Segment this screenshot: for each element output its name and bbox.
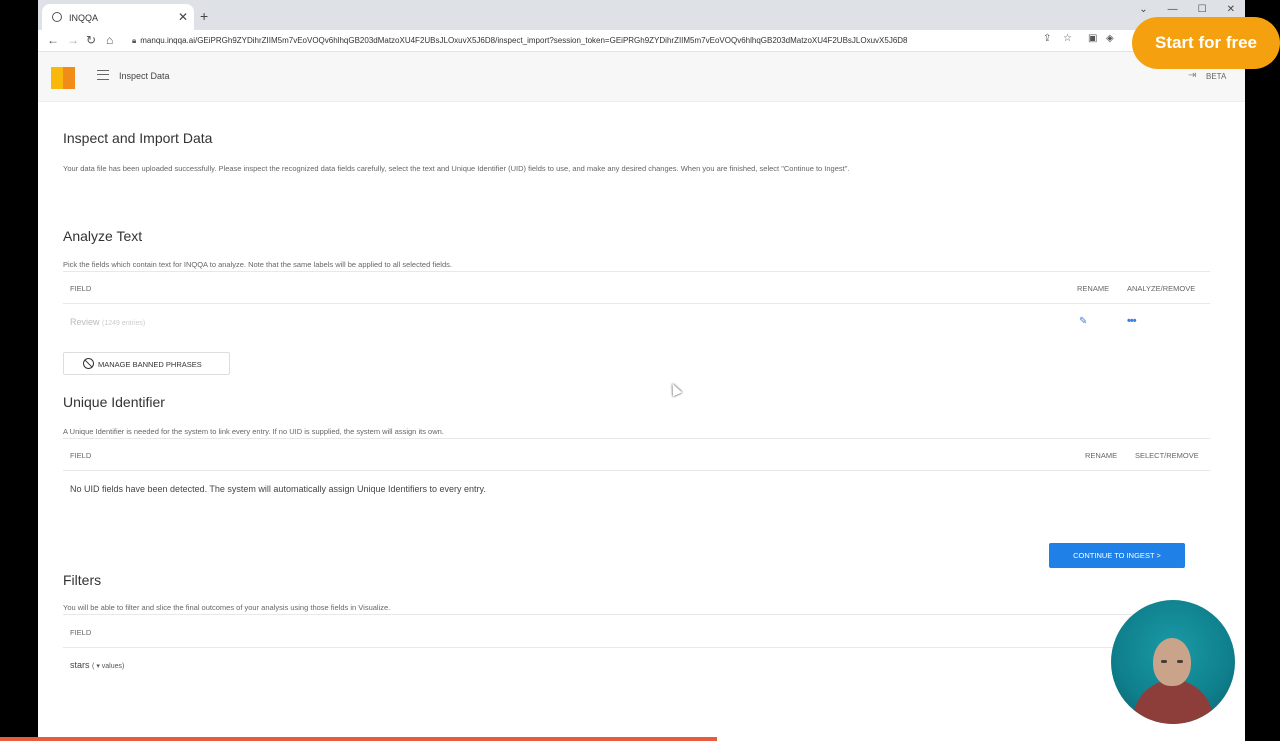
- manage-banned-phrases-button[interactable]: MANAGE BANNED PHRASES: [63, 352, 230, 375]
- divider: [63, 303, 1210, 304]
- page-title: Inspect and Import Data: [63, 130, 213, 146]
- menu-icon[interactable]: [97, 70, 109, 80]
- picture-in-picture-icon[interactable]: ▣: [1088, 33, 1097, 44]
- browser-toolbar: ← → ↻ ⌂ 🔒︎ manqu.inqqa.ai/GEiPRGh9ZYDihrZ…: [38, 30, 1245, 52]
- new-tab-button[interactable]: +: [200, 8, 208, 24]
- rename-column-header: RENAME: [1077, 284, 1110, 293]
- inqqa-logo[interactable]: [51, 67, 75, 89]
- field-column-header: FIELD: [70, 628, 92, 637]
- text-field-row: Review (1249 entries): [70, 317, 145, 327]
- window-controls: ⌄ — ☐ ✕: [1139, 4, 1235, 15]
- uid-description: A Unique Identifier is needed for the sy…: [63, 427, 444, 436]
- filters-heading: Filters: [63, 572, 102, 588]
- close-window-icon[interactable]: ✕: [1227, 4, 1235, 15]
- app-header: Inspect Data ⇥ BETA: [38, 52, 1245, 102]
- rename-column-header: RENAME: [1085, 451, 1118, 460]
- maximize-icon[interactable]: ☐: [1198, 4, 1207, 15]
- field-column-header: FIELD: [70, 284, 92, 293]
- browser-window: INQQA ✕ + ⌄ — ☐ ✕ ← → ↻ ⌂ 🔒︎ manqu.inqqa.…: [38, 0, 1245, 741]
- share-icon[interactable]: ⇪: [1043, 33, 1051, 44]
- video-progress-bar[interactable]: [0, 737, 717, 741]
- entry-count: (1249 entries): [102, 320, 146, 327]
- field-column-header: FIELD: [70, 451, 92, 460]
- lock-icon: 🔒︎: [132, 36, 137, 45]
- minimize-icon[interactable]: —: [1168, 4, 1178, 15]
- back-icon[interactable]: ←: [47, 33, 59, 47]
- logout-icon[interactable]: ⇥: [1188, 70, 1196, 81]
- browser-tab[interactable]: INQQA ✕: [42, 4, 194, 30]
- divider: [63, 647, 1210, 648]
- beta-badge: BETA: [1206, 72, 1227, 81]
- url-text: manqu.inqqa.ai/GEiPRGh9ZYDihrZIIM5m7vEoV…: [140, 36, 908, 45]
- divider: [63, 438, 1210, 439]
- continue-to-ingest-button[interactable]: CONTINUE TO INGEST >: [1049, 543, 1185, 568]
- uid-heading: Unique Identifier: [63, 394, 165, 410]
- values-toggle[interactable]: values: [102, 663, 122, 670]
- field-name: Review: [70, 317, 100, 327]
- globe-icon: [52, 12, 62, 22]
- button-label: MANAGE BANNED PHRASES: [98, 360, 202, 369]
- filters-description: You will be able to filter and slice the…: [63, 603, 391, 612]
- more-options-icon[interactable]: •••: [1127, 315, 1137, 327]
- webcam-overlay: [1111, 600, 1235, 724]
- app-section-title: Inspect Data: [119, 71, 170, 81]
- address-bar[interactable]: 🔒︎ manqu.inqqa.ai/GEiPRGh9ZYDihrZIIM5m7vE…: [132, 33, 1072, 49]
- tab-title: INQQA: [69, 13, 99, 23]
- no-uid-message: No UID fields have been detected. The sy…: [70, 484, 486, 494]
- star-icon[interactable]: ☆: [1063, 33, 1072, 44]
- caret-down-icon[interactable]: ▾: [96, 663, 100, 670]
- select-remove-column-header: SELECT/REMOVE: [1135, 451, 1199, 460]
- divider: [63, 470, 1210, 471]
- divider: [63, 271, 1210, 272]
- page-intro: Your data file has been uploaded success…: [63, 164, 850, 173]
- divider: [63, 614, 1210, 615]
- mouse-cursor: [667, 381, 683, 397]
- tab-strip: INQQA ✕ + ⌄ — ☐ ✕: [38, 0, 1245, 30]
- start-for-free-button[interactable]: Start for free: [1132, 17, 1280, 69]
- pencil-icon[interactable]: ✎: [1079, 316, 1087, 327]
- field-name: stars: [70, 660, 90, 670]
- extension-icon[interactable]: ◈: [1106, 33, 1114, 44]
- analyze-text-heading: Analyze Text: [63, 228, 143, 244]
- block-icon: [83, 358, 94, 369]
- forward-icon[interactable]: →: [67, 33, 79, 47]
- home-icon[interactable]: ⌂: [106, 33, 113, 47]
- analyze-remove-column-header: ANALYZE/REMOVE: [1127, 284, 1196, 293]
- chevron-down-icon[interactable]: ⌄: [1139, 4, 1147, 15]
- close-tab-icon[interactable]: ✕: [178, 10, 188, 24]
- analyze-text-description: Pick the fields which contain text for I…: [63, 260, 452, 269]
- filter-field-row: stars ( ▾ values): [70, 660, 125, 670]
- reload-icon[interactable]: ↻: [86, 33, 96, 47]
